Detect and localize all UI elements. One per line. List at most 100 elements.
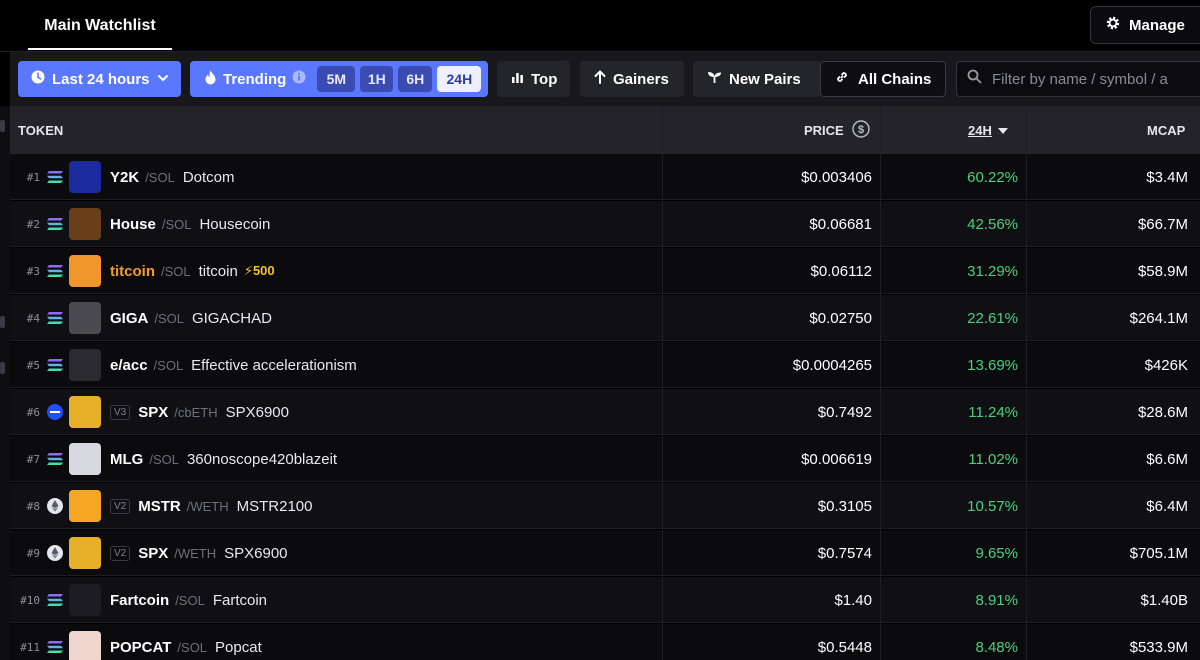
price-change-24h: 11.24% xyxy=(968,403,1018,421)
new-pairs-button[interactable]: New Pairs xyxy=(693,61,821,97)
token-avatar xyxy=(69,537,101,569)
top-button[interactable]: Top xyxy=(497,61,570,97)
time-range-dropdown[interactable]: Last 24 hours xyxy=(18,61,181,97)
token-price: $0.006619 xyxy=(801,450,872,468)
trending-button[interactable]: Trending xyxy=(223,71,286,88)
token-info: GIGA/SOL GIGACHAD xyxy=(110,295,272,341)
solana-chain-icon xyxy=(46,591,64,609)
token-price: $0.06112 xyxy=(810,262,872,280)
trending-pill-6h[interactable]: 6H xyxy=(398,66,433,92)
scroll-marker-low xyxy=(0,362,5,374)
search-icon xyxy=(967,69,982,89)
token-info: V2 SPX/WETH SPX6900 xyxy=(110,530,288,576)
token-symbol: MLG xyxy=(110,450,144,468)
table-row[interactable]: #11 POPCAT/SOL Popcat $0.5448 8.48% $533.9M xyxy=(10,624,1200,660)
market-cap: $705.1M xyxy=(1129,544,1188,562)
column-header-price[interactable]: PRICE $ xyxy=(804,106,870,154)
trending-pill-24h[interactable]: 24H xyxy=(437,66,482,92)
token-info: Fartcoin/SOL Fartcoin xyxy=(110,577,267,623)
row-rank: #7 xyxy=(26,452,40,466)
token-price: $0.06681 xyxy=(809,215,872,233)
table-row[interactable]: #1 Y2K/SOL Dotcom $0.003406 60.22% $3.4M xyxy=(10,154,1200,200)
price-change-24h: 60.22% xyxy=(967,168,1018,186)
table-row[interactable]: #5 e/acc/SOL Effective accelerationism $0.0… xyxy=(10,342,1200,388)
quote-token: /SOL xyxy=(145,169,175,185)
token-avatar xyxy=(69,255,101,287)
gainers-button[interactable]: Gainers xyxy=(580,61,684,97)
trending-pill-5m[interactable]: 5M xyxy=(317,66,356,92)
boost-badge: ⚡500 xyxy=(243,263,275,278)
column-divider xyxy=(1026,106,1027,660)
left-scroll-track[interactable] xyxy=(0,106,10,660)
column-divider xyxy=(662,106,663,660)
tab-main-watchlist[interactable]: Main Watchlist xyxy=(28,0,172,52)
table-row[interactable]: #9 V2 SPX/WETH SPX6900 $0.7574 9.65% $705.1M xyxy=(10,530,1200,576)
table-row[interactable]: #2 House/SOL Housecoin $0.06681 42.56% $66.7M xyxy=(10,201,1200,247)
token-price: $0.7574 xyxy=(817,544,872,562)
column-header-token[interactable]: TOKEN xyxy=(18,106,63,154)
trending-group: Trending 5M 1H 6H 24H xyxy=(190,61,488,97)
quote-token: /SOL xyxy=(161,216,192,232)
token-name: Housecoin xyxy=(199,215,271,233)
trending-pill-1h[interactable]: 1H xyxy=(360,66,394,92)
price-change-24h: 10.57% xyxy=(967,497,1018,515)
token-avatar xyxy=(69,490,101,522)
token-symbol: e/acc xyxy=(110,356,148,374)
price-change-24h: 22.61% xyxy=(967,309,1018,327)
token-price: $1.40 xyxy=(834,591,872,609)
column-header-24h-label: 24H xyxy=(968,122,992,138)
token-avatar xyxy=(69,443,101,475)
gainers-button-label: Gainers xyxy=(613,70,669,88)
token-info: V3 SPX/cbETH SPX6900 xyxy=(110,389,289,435)
quote-token: /SOL xyxy=(154,310,184,326)
price-change-24h: 42.56% xyxy=(967,215,1018,233)
dex-version-badge: V2 xyxy=(110,545,131,561)
token-name: GIGACHAD xyxy=(191,309,272,327)
token-price: $0.5448 xyxy=(817,638,872,656)
svg-text:$: $ xyxy=(858,124,864,136)
price-change-24h: 31.29% xyxy=(967,262,1018,280)
filter-input[interactable] xyxy=(992,70,1200,88)
quote-token: /SOL xyxy=(161,263,191,279)
price-change-24h: 8.48% xyxy=(975,638,1018,656)
token-price: $0.3105 xyxy=(817,497,872,515)
quote-token: /SOL xyxy=(153,357,184,373)
table-row[interactable]: #4 GIGA/SOL GIGACHAD $0.02750 22.61% $264.1M xyxy=(10,295,1200,341)
info-icon[interactable] xyxy=(292,70,306,88)
token-name: Fartcoin xyxy=(212,591,267,609)
row-rank: #6 xyxy=(26,405,40,419)
tab-main-watchlist-label: Main Watchlist xyxy=(44,17,156,34)
solana-chain-icon xyxy=(46,168,64,186)
tokens-table: TOKEN PRICE $ 24H MCAP #1 Y2K/SOL Dotcom $0… xyxy=(10,106,1200,660)
solana-chain-icon xyxy=(46,356,64,374)
token-avatar xyxy=(69,349,101,381)
market-cap: $6.6M xyxy=(1146,450,1188,468)
token-symbol: MSTR xyxy=(138,497,181,515)
column-header-mcap[interactable]: MCAP xyxy=(1147,106,1185,154)
market-cap: $58.9M xyxy=(1137,262,1188,280)
ethereum-chain-icon xyxy=(46,544,64,562)
row-rank: #9 xyxy=(26,546,40,560)
dollar-circle-icon[interactable]: $ xyxy=(852,119,870,141)
table-row[interactable]: #6 V3 SPX/cbETH SPX6900 $0.7492 11.24% $28.6M xyxy=(10,389,1200,435)
token-avatar xyxy=(69,302,101,334)
token-info: POPCAT/SOL Popcat xyxy=(110,624,262,660)
token-symbol: Y2K xyxy=(110,168,140,186)
row-rank: #8 xyxy=(26,499,40,513)
price-change-24h: 11.02% xyxy=(968,450,1018,468)
manage-button[interactable]: Manage xyxy=(1090,6,1200,44)
row-rank: #5 xyxy=(26,358,40,372)
quote-token: /SOL xyxy=(149,451,179,467)
token-symbol: SPX xyxy=(138,544,169,562)
token-price: $0.7492 xyxy=(817,403,872,421)
table-row[interactable]: #8 V2 MSTR/WETH MSTR2100 $0.3105 10.57% $6.4M xyxy=(10,483,1200,529)
all-chains-button[interactable]: All Chains xyxy=(820,61,946,97)
table-row[interactable]: #7 MLG/SOL 360noscope420blazeit $0.006619 11… xyxy=(10,436,1200,482)
quote-token: /cbETH xyxy=(174,404,218,420)
quote-token: /SOL xyxy=(175,592,205,608)
table-row[interactable]: #3 titcoin/SOL titcoin ⚡500 $0.06112 31.29% $5… xyxy=(10,248,1200,294)
token-name: 360noscope420blazeit xyxy=(186,450,338,468)
table-row[interactable]: #10 Fartcoin/SOL Fartcoin $1.40 8.91% $1.40B xyxy=(10,577,1200,623)
ethereum-chain-icon xyxy=(46,497,64,515)
column-header-24h[interactable]: 24H xyxy=(968,106,1008,154)
